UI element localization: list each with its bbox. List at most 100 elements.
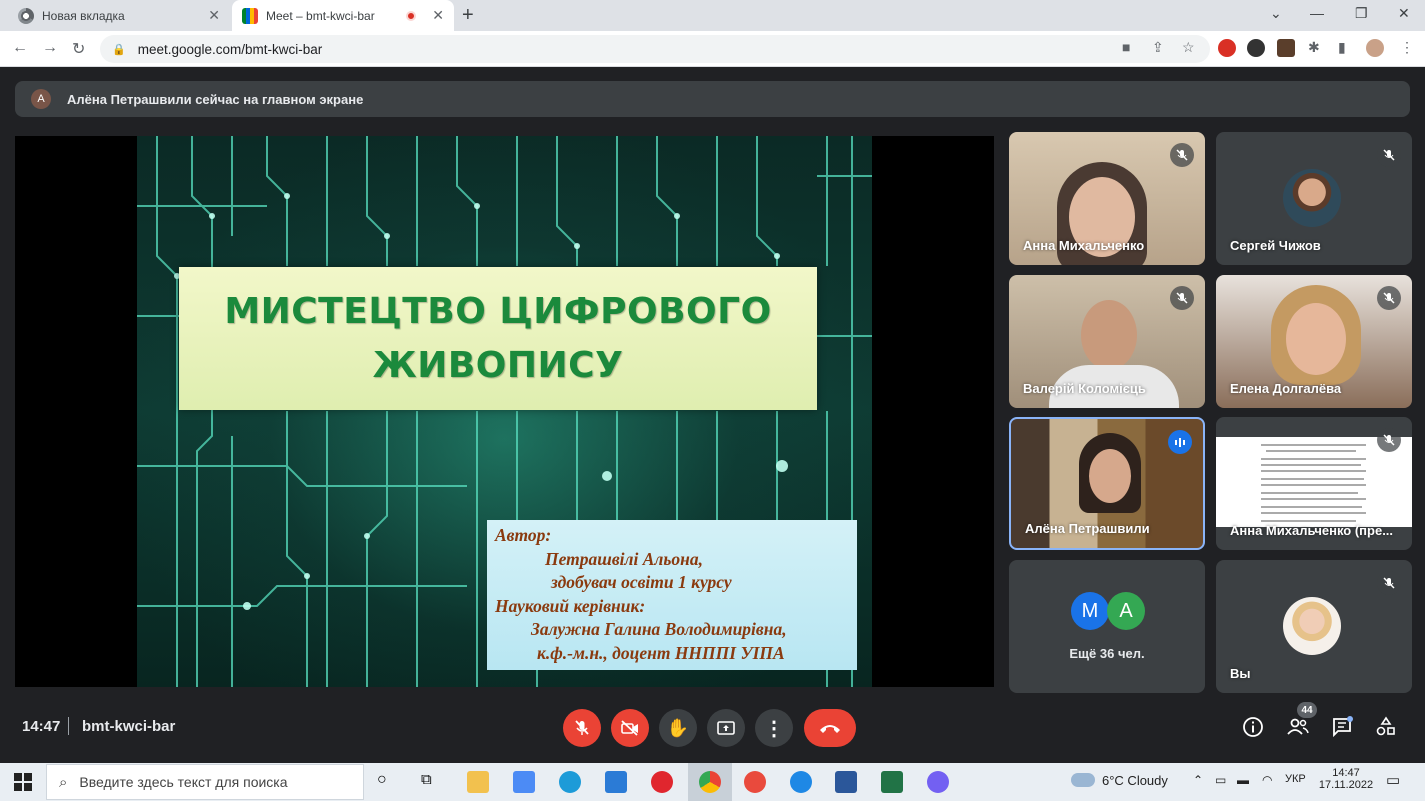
chrome-icon	[699, 771, 721, 793]
url-text: meet.google.com/bmt-kwci-bar	[137, 41, 323, 57]
camera-off-icon	[621, 720, 638, 736]
meeting-time: 14:47	[22, 718, 61, 735]
close-icon[interactable]: ✕	[432, 7, 444, 24]
wifi-icon[interactable]: ◠	[1262, 773, 1272, 787]
battery-icon[interactable]: ▬	[1237, 773, 1249, 787]
participant-name: Анна Михальченко (пре...	[1230, 523, 1394, 538]
more-participants-tile[interactable]: M A Ещё 36 чел.	[1009, 560, 1205, 693]
avatar: M	[1071, 592, 1109, 630]
participant-name: Валерій Коломієць	[1023, 381, 1146, 396]
bookmark-star-icon[interactable]: ☆	[1182, 39, 1195, 56]
participant-tile-presentation[interactable]: Анна Михальченко (пре...	[1216, 417, 1412, 550]
participants-count-badge: 44	[1297, 702, 1317, 718]
meet-icon	[242, 7, 258, 24]
taskbar-search-box[interactable]: ⌕ Введите здесь текст для поиска	[46, 764, 364, 800]
back-icon[interactable]: ←	[12, 39, 28, 57]
new-tab-button[interactable]: +	[462, 4, 474, 27]
minimize-button[interactable]: —	[1310, 5, 1324, 21]
slide-author-box: Автор: Петрашвілі Альона, здобувач освіт…	[487, 520, 857, 670]
app-icon[interactable]	[790, 771, 812, 793]
close-icon[interactable]: ✕	[208, 7, 220, 24]
app-icon[interactable]	[605, 771, 627, 793]
chevron-up-icon[interactable]: ⌃	[1193, 773, 1203, 787]
close-window-button[interactable]: ✕	[1398, 5, 1410, 22]
weather-text[interactable]: 6°C Cloudy	[1102, 773, 1168, 788]
word-icon[interactable]	[835, 771, 857, 793]
participant-tile[interactable]: Сергей Чижов	[1216, 132, 1412, 265]
info-icon	[1243, 717, 1263, 737]
tab-title: Meet – bmt-kwci-bar	[266, 8, 375, 23]
edge-icon[interactable]	[559, 771, 581, 793]
windows-start-icon[interactable]	[14, 773, 32, 796]
more-participants-label: Ещё 36 чел.	[1069, 646, 1145, 661]
tab-title: Новая вкладка	[42, 8, 125, 23]
meeting-info-button[interactable]	[1241, 715, 1265, 739]
participants-button[interactable]	[1286, 715, 1310, 739]
recording-icon	[406, 10, 417, 21]
raise-hand-button[interactable]: ✋	[659, 709, 697, 747]
app-icon[interactable]	[744, 771, 766, 793]
participant-name: Анна Михальченко	[1023, 238, 1145, 253]
main-stage[interactable]: МИСТЕЦТВО ЦИФРОВОГО ЖИВОПИСУ Автор: Петр…	[15, 136, 994, 687]
banner-text: Алёна Петрашвили сейчас на главном экран…	[67, 91, 364, 107]
participant-tile-speaking[interactable]: Алёна Петрашвили	[1009, 417, 1205, 550]
tab-meet[interactable]: Meet – bmt-kwci-bar ✕	[232, 0, 454, 31]
store-icon[interactable]	[513, 771, 535, 793]
camera-toggle-button[interactable]	[611, 709, 649, 747]
side-panel-icon[interactable]: ▮	[1338, 39, 1346, 56]
extension-icon[interactable]	[1277, 39, 1295, 57]
activities-icon	[1376, 716, 1395, 736]
tab-search-icon[interactable]: ⌄	[1270, 5, 1282, 22]
mic-off-icon	[575, 720, 589, 735]
excel-icon[interactable]	[881, 771, 903, 793]
opera-icon[interactable]	[651, 771, 673, 793]
leave-call-button[interactable]	[804, 709, 856, 747]
tab-new-tab[interactable]: Новая вкладка ✕	[8, 0, 230, 31]
profile-avatar[interactable]	[1366, 39, 1384, 57]
chat-icon	[1333, 716, 1353, 738]
avatar	[1283, 169, 1341, 227]
forward-icon[interactable]: →	[42, 39, 58, 57]
reload-icon[interactable]: ↻	[72, 39, 85, 59]
participant-name: Сергей Чижов	[1230, 238, 1321, 253]
slide-author-line: Автор:	[495, 525, 552, 545]
participant-tile[interactable]: Валерій Коломієць	[1009, 275, 1205, 408]
menu-dots-icon[interactable]: ⋮	[1400, 39, 1414, 56]
file-explorer-icon[interactable]	[467, 771, 489, 793]
puzzle-extensions-icon[interactable]: ✱	[1308, 39, 1320, 56]
notifications-icon[interactable]: ▭	[1386, 771, 1400, 789]
people-icon	[1287, 718, 1309, 735]
present-screen-button[interactable]	[707, 709, 745, 747]
share-icon[interactable]: ⇪	[1152, 39, 1164, 56]
clock[interactable]: 14:47 17.11.2022	[1318, 767, 1374, 791]
participant-name: Алёна Петрашвили	[1025, 521, 1150, 536]
camera-icon[interactable]: ■	[1122, 39, 1130, 55]
hang-up-icon	[820, 725, 840, 733]
mic-toggle-button[interactable]	[563, 709, 601, 747]
presentation-slide: МИСТЕЦТВО ЦИФРОВОГО ЖИВОПИСУ Автор: Петр…	[137, 136, 872, 687]
mic-off-icon	[1170, 143, 1194, 167]
opera-extension-icon[interactable]	[1218, 39, 1236, 57]
activities-button[interactable]	[1374, 715, 1398, 739]
self-tile[interactable]: Вы	[1216, 560, 1412, 693]
language-indicator[interactable]: УКР	[1285, 773, 1306, 785]
url-field[interactable]: 🔒 meet.google.com/bmt-kwci-bar	[100, 35, 1210, 63]
participant-tile[interactable]: Елена Долгалёва	[1216, 275, 1412, 408]
mic-off-icon	[1377, 143, 1401, 167]
extension-icon[interactable]	[1247, 39, 1265, 57]
taskbar-active-app[interactable]	[688, 763, 732, 801]
clock-date: 17.11.2022	[1318, 779, 1374, 791]
hand-icon: ✋	[666, 717, 690, 738]
mic-off-icon	[1377, 428, 1401, 452]
mic-off-icon	[1377, 571, 1401, 595]
viber-icon[interactable]	[927, 771, 949, 793]
cortana-icon[interactable]: ○	[377, 771, 387, 789]
windows-taskbar: ⌕ Введите здесь текст для поиска ○ ⧉ 6°C…	[0, 763, 1425, 801]
more-options-button[interactable]: ⋮	[755, 709, 793, 747]
participant-tile[interactable]: Анна Михальченко	[1009, 132, 1205, 265]
presenter-banner: A Алёна Петрашвили сейчас на главном экр…	[15, 81, 1410, 117]
maximize-button[interactable]: ❐	[1355, 5, 1368, 22]
chat-button[interactable]	[1330, 715, 1354, 739]
task-view-icon[interactable]: ⧉	[421, 771, 432, 788]
tray-icon[interactable]: ▭	[1215, 773, 1226, 787]
